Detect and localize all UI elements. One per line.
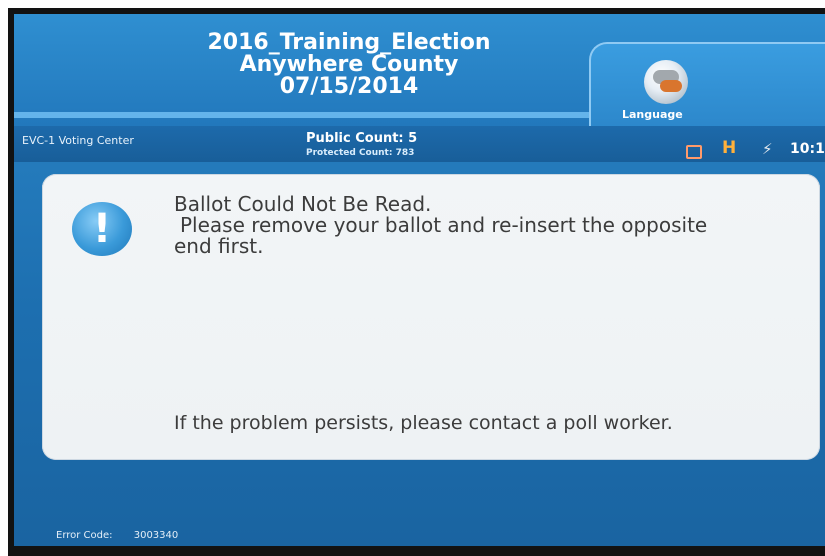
status-bar — [14, 126, 825, 162]
election-name: 2016_Training_Election — [207, 30, 491, 55]
election-date: 07/15/2014 — [279, 74, 419, 99]
exclamation-icon: ! — [72, 202, 132, 256]
error-code-value: 3003340 — [133, 530, 179, 541]
error-code-label: Error Code: — [56, 530, 113, 541]
voting-center-name: EVC-1 Voting Center — [22, 134, 134, 147]
h-icon: H — [722, 138, 737, 158]
county-name: Anywhere County — [239, 52, 459, 77]
plug-icon: ⚡ — [762, 140, 773, 158]
clock: 10:16 — [790, 141, 825, 157]
printer-icon — [684, 142, 702, 159]
protected-count: Protected Count: 783 — [306, 148, 415, 158]
voting-screen: 2016_Training_Election Anywhere County 0… — [14, 14, 825, 546]
election-title: 2016_Training_Election Anywhere County 0… — [204, 32, 494, 98]
message-line-1: Ballot Could Not Be Read. — [174, 192, 432, 216]
header-divider — [14, 112, 604, 118]
speech-bubble-icon[interactable] — [644, 60, 688, 104]
message-line-2: Please remove your ballot and re-insert … — [180, 213, 708, 237]
error-code: Error Code: 3003340 — [56, 530, 178, 541]
message-line-3: end first. — [174, 234, 264, 258]
help-message: If the problem persists, please contact … — [174, 412, 673, 434]
language-label[interactable]: Language — [622, 108, 712, 121]
public-count: Public Count: 5 — [306, 131, 418, 146]
error-message: Ballot Could Not Be Read. Please remove … — [174, 194, 794, 257]
